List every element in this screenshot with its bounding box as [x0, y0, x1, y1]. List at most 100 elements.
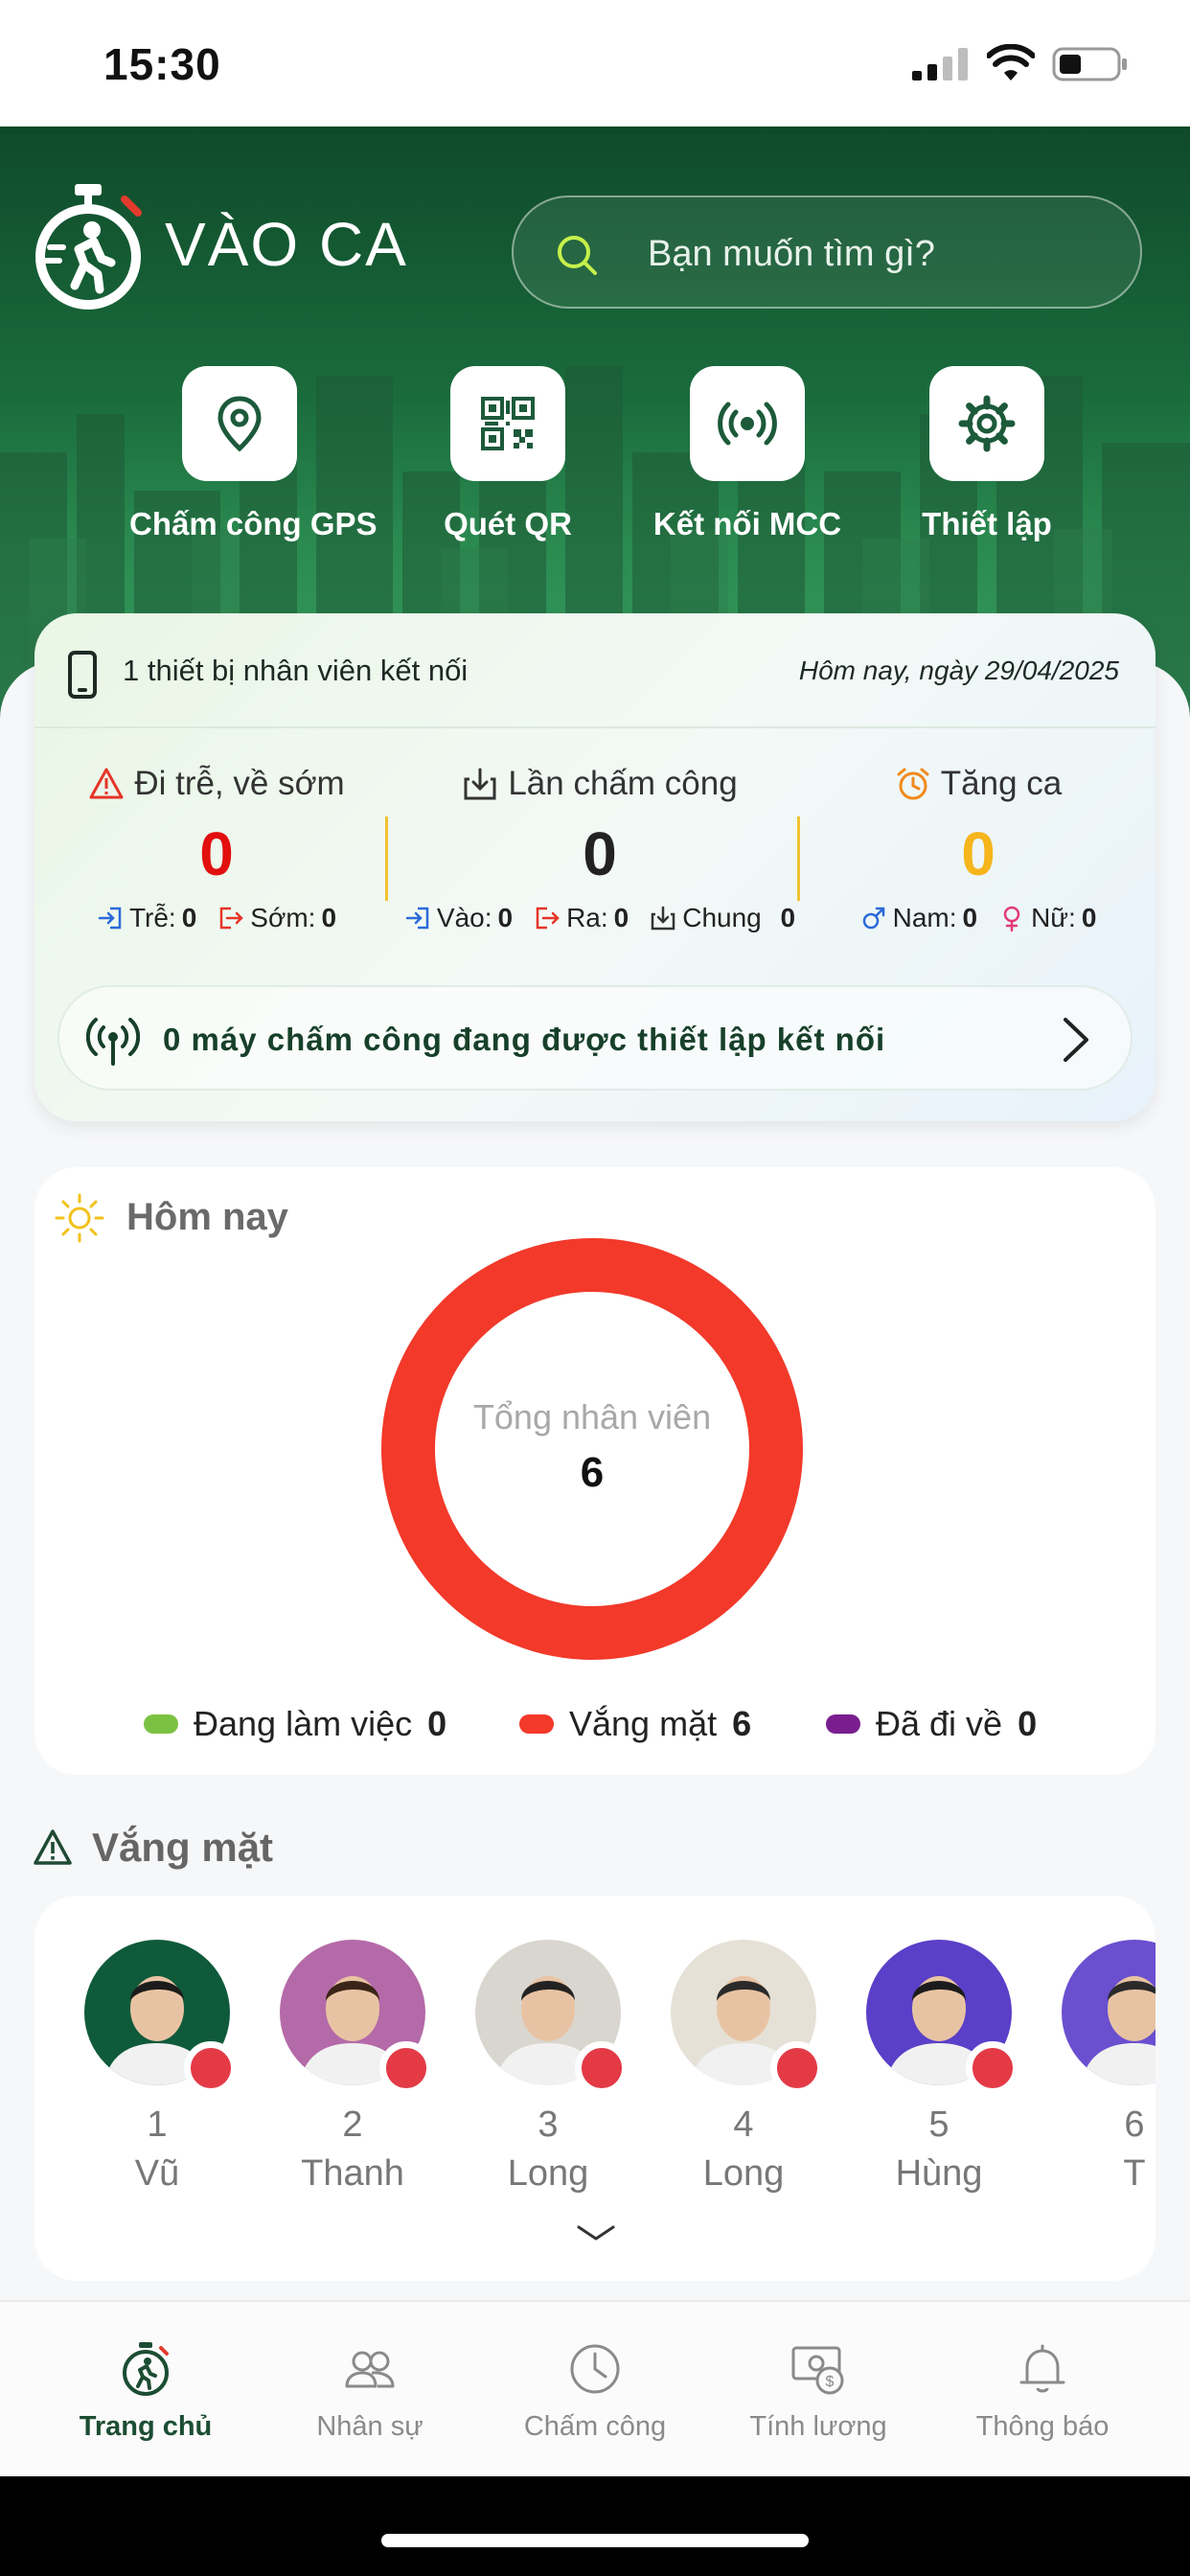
battery-icon: [1052, 47, 1127, 81]
checkin-title: Lần chấm công: [462, 765, 738, 803]
absent-status-badge: [575, 2041, 629, 2095]
status-bar: 15:30: [0, 0, 1190, 126]
quick-action-gps-tile: [182, 366, 297, 481]
absent-employee[interactable]: 3 Long: [471, 1940, 629, 2195]
quick-action-gps[interactable]: Chấm công GPS: [129, 366, 378, 542]
chevron-down-icon[interactable]: [575, 2221, 617, 2244]
absent-employees-card: 1 Vũ 2 Thanh 3 Long 4 Long 5 Hùng 6 T: [34, 1896, 1156, 2281]
legend-working: Đang làm việc 0: [144, 1704, 446, 1744]
divider: [34, 726, 1156, 728]
phone-icon: [68, 651, 97, 699]
employee-name: Long: [702, 2153, 785, 2194]
male-value: 0: [962, 903, 978, 932]
quick-action-mcc-label: Kết nối MCC: [652, 506, 842, 541]
tab-staff-label: Nhân sự: [316, 2411, 423, 2442]
employee-number: 1: [147, 2104, 168, 2145]
quick-action-mcc-tile: [690, 366, 805, 481]
tab-home[interactable]: Trang chủ: [31, 2340, 261, 2443]
avatar: [84, 1940, 238, 2095]
quick-action-qr-label: Quét QR: [444, 506, 572, 541]
login-arrow-icon: [405, 907, 429, 930]
employee-number: 6: [1124, 2104, 1145, 2145]
tab-notifications[interactable]: Thông báo: [927, 2340, 1157, 2443]
machines-status-text: 0 máy chấm công đang được thiết lập kết …: [163, 1022, 886, 1057]
checkin-count-stat[interactable]: Lần chấm công 0 Vào: 0 Ra: 0 Chung 0: [389, 765, 811, 933]
attendance-machines-link[interactable]: 0 máy chấm công đang được thiết lập kết …: [57, 985, 1133, 1091]
late-value: 0: [181, 903, 197, 932]
late-early-title-text: Đi trễ, về sớm: [134, 765, 345, 802]
download-tray-icon: [464, 768, 496, 800]
overtime-stat[interactable]: Tăng ca 0 Nam: 0 Nữ: 0: [801, 765, 1156, 933]
early-label: Sớm:: [250, 903, 316, 932]
absent-employee[interactable]: 5 Hùng: [862, 1940, 1019, 2195]
qr-code-icon: [481, 397, 535, 450]
overtime-breakdown: Nam: 0 Nữ: 0: [801, 903, 1156, 933]
today-date: Hôm nay, ngày 29/04/2025: [798, 656, 1119, 685]
search-bar[interactable]: Bạn muốn tìm gì?: [512, 196, 1142, 309]
in-label: Vào:: [436, 903, 492, 932]
female-value: 0: [1081, 903, 1097, 932]
tab-attendance-label: Chấm công: [523, 2411, 667, 2442]
legend-left-value: 0: [1018, 1704, 1038, 1743]
employee-number: 3: [538, 2104, 559, 2145]
absent-title: Vắng mặt: [92, 1825, 274, 1870]
absent-status-badge: [379, 2041, 433, 2095]
bottom-tab-bar: Trang chủ Nhân sự Chấm công $ Tính lương: [0, 2300, 1190, 2476]
connected-devices-text: 1 thiết bị nhân viên kết nối: [123, 654, 469, 687]
absent-employee[interactable]: 6T: [1058, 1940, 1156, 2195]
svg-text:$: $: [826, 2374, 835, 2390]
search-icon: [558, 236, 597, 275]
tab-payroll[interactable]: $ Tính lương: [703, 2340, 933, 2443]
payroll-icon: $: [791, 2346, 844, 2395]
early-value: 0: [321, 903, 337, 932]
employee-number: 5: [928, 2104, 950, 2145]
employee-name: T: [1123, 2153, 1146, 2194]
logout-arrow-icon: [220, 907, 244, 930]
warning-icon: [34, 1829, 72, 1865]
quick-action-qr[interactable]: Quét QR: [398, 366, 618, 542]
out-value: 0: [613, 903, 629, 932]
overtime-female-count: Nữ: 0: [998, 903, 1096, 933]
absent-employee[interactable]: 2 Thanh: [276, 1940, 433, 2195]
overtime-value: 0: [961, 819, 995, 888]
people-icon: [345, 2351, 395, 2388]
legend-absent: Vắng mặt 6: [519, 1704, 751, 1744]
overtime-title: Tăng ca: [895, 765, 1062, 803]
quick-action-mcc[interactable]: Kết nối MCC: [637, 366, 858, 542]
late-early-breakdown: Trễ: 0 Sớm: 0: [34, 903, 399, 933]
avatar: [866, 1940, 1019, 2095]
quick-action-settings-label: Thiết lập: [922, 506, 1052, 541]
cellular-signal-icon: [912, 48, 968, 80]
male-label: Nam:: [892, 903, 957, 932]
absent-status-badge: [770, 2041, 824, 2095]
legend-absent-value: 6: [732, 1704, 752, 1743]
employee-name: Thanh: [301, 2153, 404, 2194]
avatar: [1062, 1940, 1156, 2085]
absent-employee[interactable]: 4 Long: [667, 1940, 824, 2195]
absent-employee[interactable]: 1 Vũ: [80, 1940, 238, 2195]
checkin-breakdown: Vào: 0 Ra: 0 Chung 0: [389, 903, 811, 933]
employee-number: 4: [733, 2104, 754, 2145]
checkin-out-count: Ra: 0: [534, 903, 629, 933]
tab-staff[interactable]: Nhân sự: [255, 2340, 485, 2443]
tab-attendance[interactable]: Chấm công: [480, 2340, 710, 2443]
late-early-stat[interactable]: Đi trễ, về sớm 0 Trễ: 0 Sớm: 0: [34, 765, 399, 933]
home-indicator[interactable]: [381, 2534, 809, 2547]
location-pin-icon: [217, 396, 262, 452]
overtime-male-count: Nam: 0: [860, 903, 977, 933]
clock-icon: [570, 2344, 620, 2394]
quick-action-settings[interactable]: Thiết lập: [877, 366, 1097, 542]
gear-icon: [958, 395, 1016, 452]
female-symbol-icon: [1003, 906, 1020, 932]
checkin-title-text: Lần chấm công: [508, 765, 738, 802]
overtime-title-text: Tăng ca: [940, 765, 1063, 802]
alarm-clock-icon: [897, 768, 929, 800]
status-time: 15:30: [103, 39, 221, 89]
today-summary-card: Hôm nay Tổng nhân viên 6 Đang làm việc 0…: [34, 1167, 1156, 1775]
tab-notifications-label: Thông báo: [975, 2411, 1110, 2442]
column-divider: [797, 816, 800, 901]
common-value: 0: [780, 903, 796, 932]
app-logo-icon: [35, 184, 142, 310]
legend-working-value: 0: [427, 1704, 447, 1743]
late-early-title: Đi trễ, về sớm: [88, 765, 345, 803]
